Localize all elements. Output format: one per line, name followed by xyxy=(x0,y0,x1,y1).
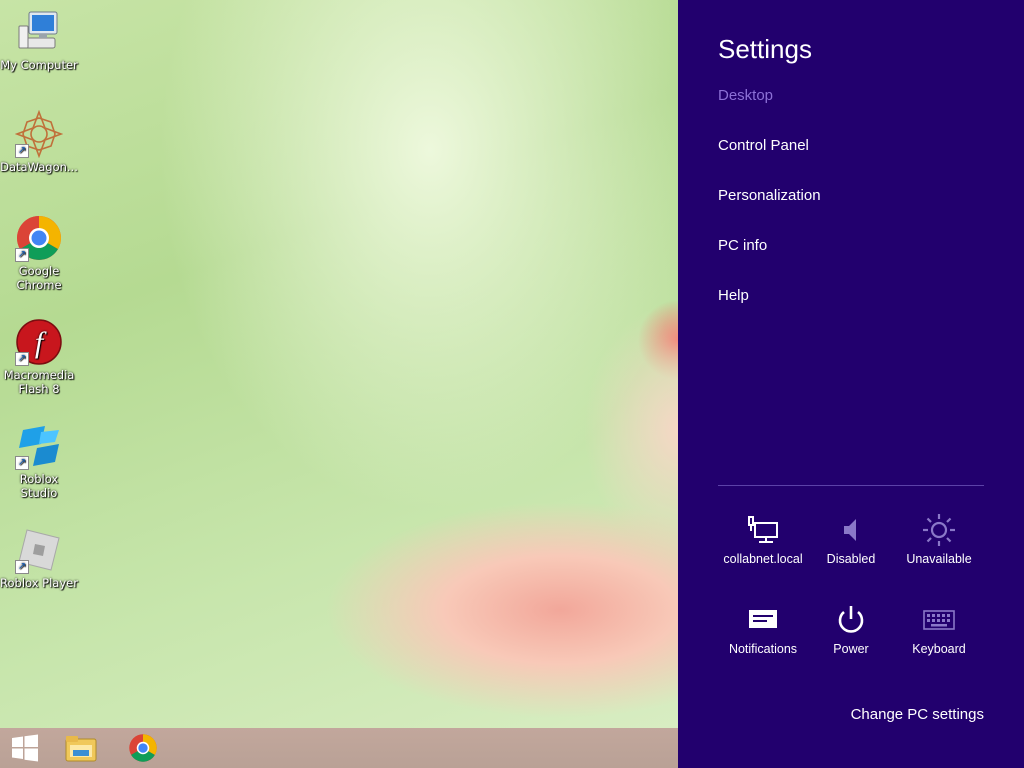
network-tile[interactable]: collabnet.local xyxy=(719,512,807,566)
desktop-icon-datawagon[interactable]: ↗ DataWagon... xyxy=(0,109,78,174)
desktop-icon-google-chrome[interactable]: ↗ Google Chrome xyxy=(0,214,78,292)
shortcut-arrow-icon: ↗ xyxy=(15,456,29,470)
power-tile[interactable]: Power xyxy=(807,602,895,656)
desktop-icon-label: My Computer xyxy=(0,58,78,72)
control-panel-link[interactable]: Control Panel xyxy=(718,137,809,154)
computer-icon xyxy=(15,8,63,56)
desktop-icon-my-computer[interactable]: My Computer xyxy=(0,8,78,72)
keyboard-tile-label: Keyboard xyxy=(912,642,966,656)
chrome-icon xyxy=(129,734,157,762)
datawagon-icon: ↗ xyxy=(14,109,64,159)
desktop-icon-label: DataWagon... xyxy=(0,160,78,174)
desktop-icon-roblox-player[interactable]: ↗ Roblox Player xyxy=(0,526,78,590)
notifications-tile-label: Notifications xyxy=(728,642,798,656)
network-icon xyxy=(748,516,778,543)
desktop-background: My Computer ↗ DataWagon... ↗ Google Chro… xyxy=(0,0,678,728)
help-link[interactable]: Help xyxy=(718,287,749,304)
desktop-icon-label: Macromedia Flash 8 xyxy=(3,368,75,396)
windows-logo-icon xyxy=(12,734,38,762)
settings-divider xyxy=(718,485,984,486)
chrome-icon: ↗ xyxy=(15,214,63,262)
roblox-player-icon: ↗ xyxy=(15,526,63,574)
settings-context-label: Desktop xyxy=(718,87,774,104)
power-icon xyxy=(838,606,864,633)
volume-tile-label: Disabled xyxy=(826,552,876,566)
roblox-studio-icon: ↗ xyxy=(15,422,63,470)
file-explorer-button[interactable] xyxy=(56,728,106,768)
change-pc-settings-link[interactable]: Change PC settings xyxy=(851,706,984,723)
desktop-icon-roblox-studio[interactable]: ↗ Roblox Studio xyxy=(0,422,78,500)
shortcut-arrow-icon: ↗ xyxy=(15,352,29,366)
shortcut-arrow-icon: ↗ xyxy=(15,560,29,574)
taskbar xyxy=(0,728,678,768)
volume-tile[interactable]: Disabled xyxy=(807,512,895,566)
start-button[interactable] xyxy=(0,728,50,768)
notifications-tile[interactable]: Notifications xyxy=(719,602,807,656)
desktop-icon-label: Google Chrome xyxy=(16,264,62,292)
file-explorer-icon xyxy=(65,736,97,762)
pc-info-link[interactable]: PC info xyxy=(718,237,767,254)
power-tile-label: Power xyxy=(833,642,869,656)
brightness-tile-label: Unavailable xyxy=(906,552,972,566)
keyboard-tile[interactable]: Keyboard xyxy=(895,602,983,656)
desktop-icon-label: Roblox Studio xyxy=(19,472,59,500)
network-tile-label: collabnet.local xyxy=(723,552,803,566)
keyboard-icon xyxy=(923,610,955,630)
chrome-taskbar-button[interactable] xyxy=(118,728,168,768)
shortcut-arrow-icon: ↗ xyxy=(15,144,29,158)
flash-icon: f ↗ xyxy=(15,318,63,366)
volume-icon xyxy=(844,519,856,541)
notifications-icon xyxy=(749,610,777,628)
desktop-icon-label: Roblox Player xyxy=(0,576,78,590)
settings-title: Settings xyxy=(718,34,812,64)
brightness-icon xyxy=(923,514,955,546)
personalization-link[interactable]: Personalization xyxy=(718,187,821,204)
desktop-icon-macromedia-flash[interactable]: f ↗ Macromedia Flash 8 xyxy=(0,318,78,396)
settings-charm-panel: Settings Desktop Control Panel Personali… xyxy=(678,0,1024,768)
brightness-tile[interactable]: Unavailable xyxy=(895,512,983,566)
shortcut-arrow-icon: ↗ xyxy=(15,248,29,262)
